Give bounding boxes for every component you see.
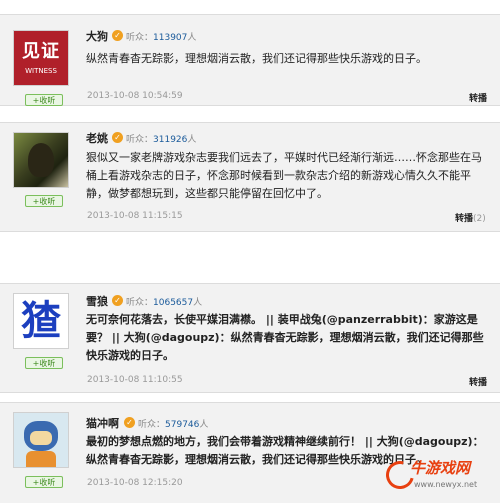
user-name[interactable]: 猫冲啊 [86,415,119,431]
watermark-logo: 牛游戏网 www.newyx.net [380,455,494,495]
avatar[interactable] [13,132,69,188]
post-time: 2013-10-08 11:10:55 [87,375,183,385]
verified-badge-icon: ✓ [124,417,135,428]
user-name[interactable]: 大狗 [86,28,108,44]
verified-badge-icon: ✓ [112,30,123,41]
fans-number: 579746 [165,420,200,430]
fans-number: 311926 [153,135,188,145]
fans-number: 113907 [153,33,188,43]
post-card: 见证 WITNESS +收听 大狗 ✓ 听众：113907人 纵然青春杳无踪影，… [0,14,500,106]
follow-button[interactable]: +收听 [25,476,63,488]
repost-label: 转播 [469,378,488,388]
user-name[interactable]: 雪狼 [86,293,108,309]
repost-button[interactable]: 转播 [469,375,487,388]
post-text: 狠似又一家老牌游戏杂志要我们远去了，平媒时代已经渐行渐远……怀念那些在马桶上看游… [86,151,482,200]
fans-unit: 人 [187,33,197,43]
fans-unit: 人 [193,298,203,308]
fans-label: 听众： [126,135,154,145]
watermark-url: www.newyx.net [414,480,478,489]
fans-label: 听众： [126,298,154,308]
avatar-glyph: 猹 [21,298,61,344]
verified-badge-icon: ✓ [112,132,123,143]
post-time: 2013-10-08 11:15:15 [87,211,183,221]
post-card: +收听 老姚 ✓ 听众：311926人 狠似又一家老牌游戏杂志要我们远去了，平媒… [0,122,500,232]
follow-button[interactable]: +收听 [25,195,63,207]
repost-label: 转播 [455,214,474,224]
repost-count: (2) [473,214,486,224]
fans-unit: 人 [187,135,197,145]
verified-badge-icon: ✓ [112,295,123,306]
avatar-figure [28,143,54,177]
avatar-subtext: WITNESS [25,67,57,75]
post-card: +收听 猫冲啊 ✓ 听众：579746人 最初的梦想点燃的地方，我们会带着游戏精… [0,402,500,503]
repost-label: 转播 [469,94,488,104]
fans-number: 1065657 [153,298,194,308]
avatar[interactable] [13,412,69,468]
fans-count: 听众：1065657人 [126,295,202,308]
fans-label: 听众： [126,33,154,43]
fans-unit: 人 [199,420,209,430]
fans-count: 听众：311926人 [126,132,196,145]
fans-count: 听众：113907人 [126,30,196,43]
post-time: 2013-10-08 10:54:59 [87,91,183,101]
follow-button[interactable]: +收听 [25,94,63,106]
post-card: 猹 +收听 雪狼 ✓ 听众：1065657人 无可奈何花落去，长使平媒泪满襟。 … [0,283,500,393]
post-text: 纵然青春杳无踪影，理想烟消云散，我们还记得那些快乐游戏的日子。 [86,52,427,65]
avatar-cat-face [30,431,52,445]
follow-button[interactable]: +收听 [25,357,63,369]
watermark-brand: 牛游戏网 [410,459,471,477]
avatar-cat-body [26,451,56,467]
fans-label: 听众： [138,420,166,430]
user-name[interactable]: 老姚 [86,130,108,146]
post-text: 无可奈何花落去，长使平媒泪满襟。 || 装甲战兔(@panzerrabbit)：… [86,313,484,362]
repost-button[interactable]: 转播 [469,91,487,104]
fans-count: 听众：579746人 [138,417,208,430]
repost-button[interactable]: 转播(2) [455,211,486,224]
avatar[interactable]: 见证 WITNESS [13,30,69,86]
avatar[interactable]: 猹 [13,293,69,349]
avatar-text: 见证 [22,41,60,62]
post-time: 2013-10-08 12:15:20 [87,478,183,488]
